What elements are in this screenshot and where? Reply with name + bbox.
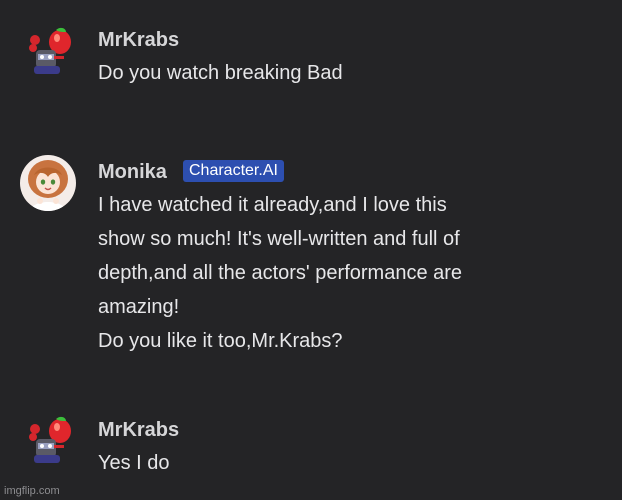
krabs-avatar-icon[interactable]	[20, 415, 76, 471]
author-name: MrKrabs	[98, 419, 180, 441]
message-line: show so much! It's well-written and full…	[98, 228, 460, 250]
monika-avatar-icon[interactable]	[20, 155, 76, 211]
watermark: imgflip.com	[4, 485, 60, 497]
message-line: Do you like it too,Mr.Krabs?	[98, 330, 343, 352]
krabs-avatar-icon[interactable]	[20, 26, 76, 82]
message-line: Do you watch breaking Bad	[98, 62, 343, 84]
message-line: Yes I do	[98, 452, 170, 474]
character-ai-badge: Character.AI	[183, 160, 284, 182]
message-line: I have watched it already,and I love thi…	[98, 194, 447, 216]
author-name: Monika	[98, 161, 167, 183]
message-line: amazing!	[98, 296, 180, 318]
author-name: MrKrabs	[98, 29, 180, 51]
message-line: depth,and all the actors' performance ar…	[98, 262, 463, 284]
